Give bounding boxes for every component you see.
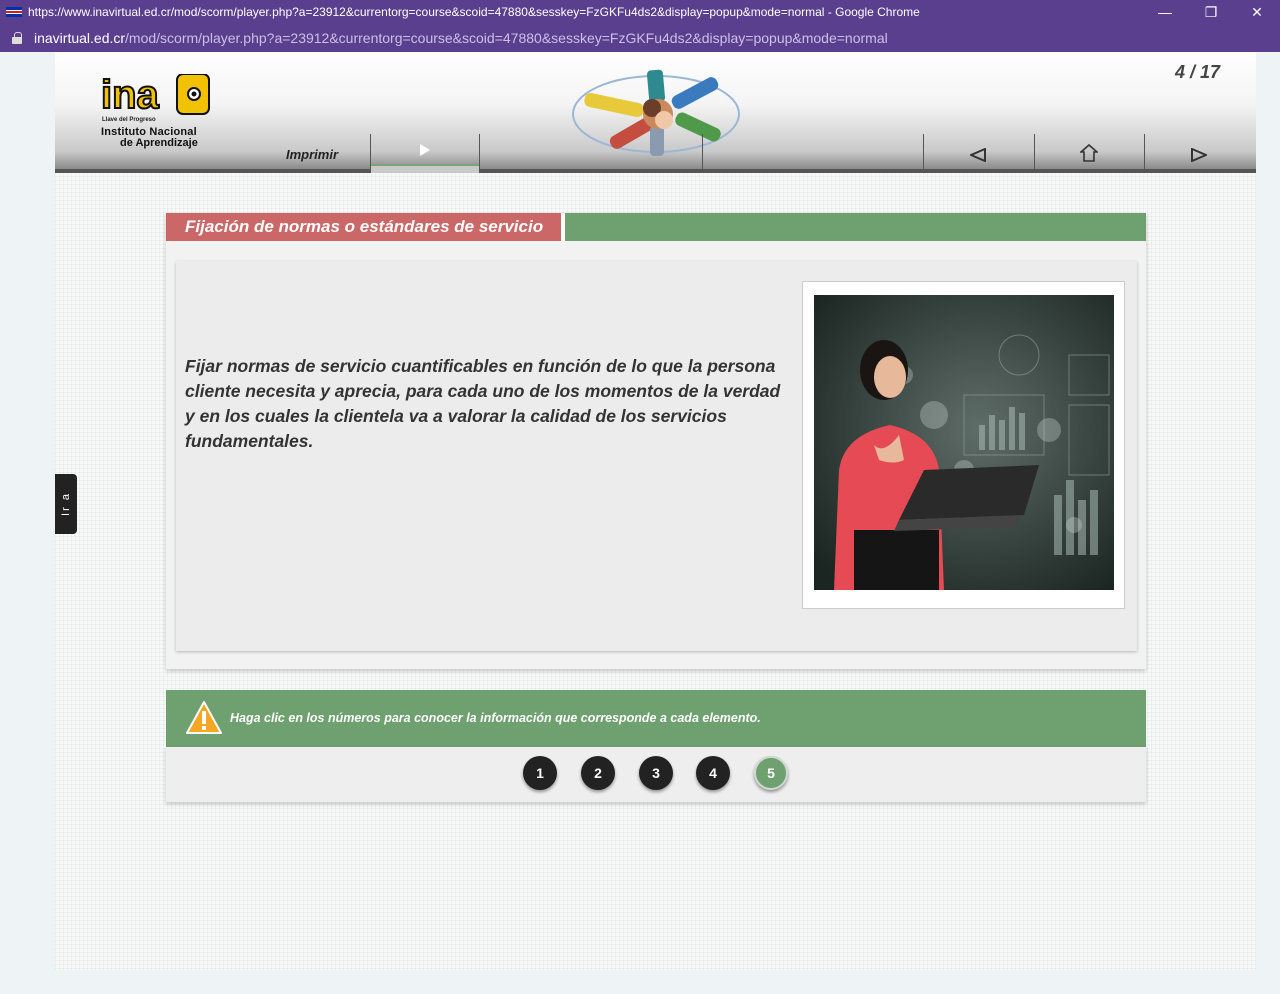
next-button[interactable] bbox=[1144, 134, 1256, 173]
logo-tagline: Llave del Progreso bbox=[102, 117, 156, 123]
course-stage: ina Llave del Progreso Instituto Naciona… bbox=[55, 52, 1256, 970]
costa-rica-flag-icon bbox=[6, 7, 22, 17]
prev-button[interactable] bbox=[923, 134, 1034, 173]
goto-label: Ir a bbox=[60, 492, 72, 516]
card-title-bar: Fijación de normas o estándares de servi… bbox=[166, 213, 1146, 241]
nav-divider bbox=[702, 134, 703, 173]
card-title: Fijación de normas o estándares de servi… bbox=[166, 213, 566, 241]
hands-together-icon bbox=[572, 69, 740, 156]
url-domain: inavirtual.ed.cr bbox=[34, 30, 126, 46]
number-button-4[interactable]: 4 bbox=[696, 756, 730, 790]
home-button[interactable] bbox=[1034, 134, 1144, 173]
instruction-bar: Haga clic en los números para conocer la… bbox=[166, 690, 1146, 747]
photo-frame bbox=[802, 281, 1125, 609]
restore-button[interactable]: ❐ bbox=[1188, 0, 1234, 24]
print-button[interactable]: Imprimir bbox=[286, 147, 338, 162]
number-button-2[interactable]: 2 bbox=[581, 756, 615, 790]
url-path: /mod/scorm/player.php?a=23912&currentorg… bbox=[125, 30, 888, 46]
page-counter: 4 / 17 bbox=[1175, 62, 1221, 82]
ina-logo-mark-icon: ina bbox=[101, 74, 210, 116]
logo-wordmark: ina bbox=[101, 74, 160, 116]
window-title: https://www.inavirtual.ed.cr/mod/scorm/p… bbox=[28, 5, 920, 19]
goto-side-tab[interactable]: Ir a bbox=[55, 474, 77, 534]
logo-name-line2: de Aprendizaje bbox=[120, 137, 198, 149]
instruction-text: Haga clic en los números para conocer la… bbox=[230, 711, 761, 725]
forward-arrow-icon bbox=[1191, 148, 1207, 162]
warning-icon bbox=[186, 701, 222, 734]
course-header: ina Llave del Progreso Instituto Naciona… bbox=[55, 52, 1256, 173]
card-inner-panel: Fijar normas de servicio cuantificables … bbox=[176, 261, 1137, 651]
businesswoman-laptop-photo bbox=[814, 295, 1114, 590]
minimize-button[interactable]: — bbox=[1142, 0, 1188, 24]
lock-icon bbox=[12, 32, 22, 44]
card-body-text: Fijar normas de servicio cuantificables … bbox=[185, 356, 781, 451]
play-button[interactable] bbox=[370, 134, 480, 173]
audio-progress-bar bbox=[371, 164, 479, 173]
address-bar[interactable]: inavirtual.ed.cr/mod/scorm/player.php?a=… bbox=[0, 24, 1280, 52]
content-card: Fijación de normas o estándares de servi… bbox=[166, 213, 1146, 669]
browser-title-bar: https://www.inavirtual.ed.cr/mod/scorm/p… bbox=[0, 0, 1280, 24]
number-button-3[interactable]: 3 bbox=[639, 756, 673, 790]
number-buttons-panel: 1 2 3 4 5 bbox=[166, 747, 1146, 802]
close-button[interactable]: ✕ bbox=[1234, 0, 1280, 24]
play-icon bbox=[420, 144, 430, 156]
number-button-5[interactable]: 5 bbox=[754, 756, 788, 790]
home-icon bbox=[1080, 144, 1098, 162]
ina-logo: ina Llave del Progreso Instituto Naciona… bbox=[101, 74, 216, 152]
number-button-1[interactable]: 1 bbox=[523, 756, 557, 790]
back-arrow-icon bbox=[970, 148, 986, 162]
